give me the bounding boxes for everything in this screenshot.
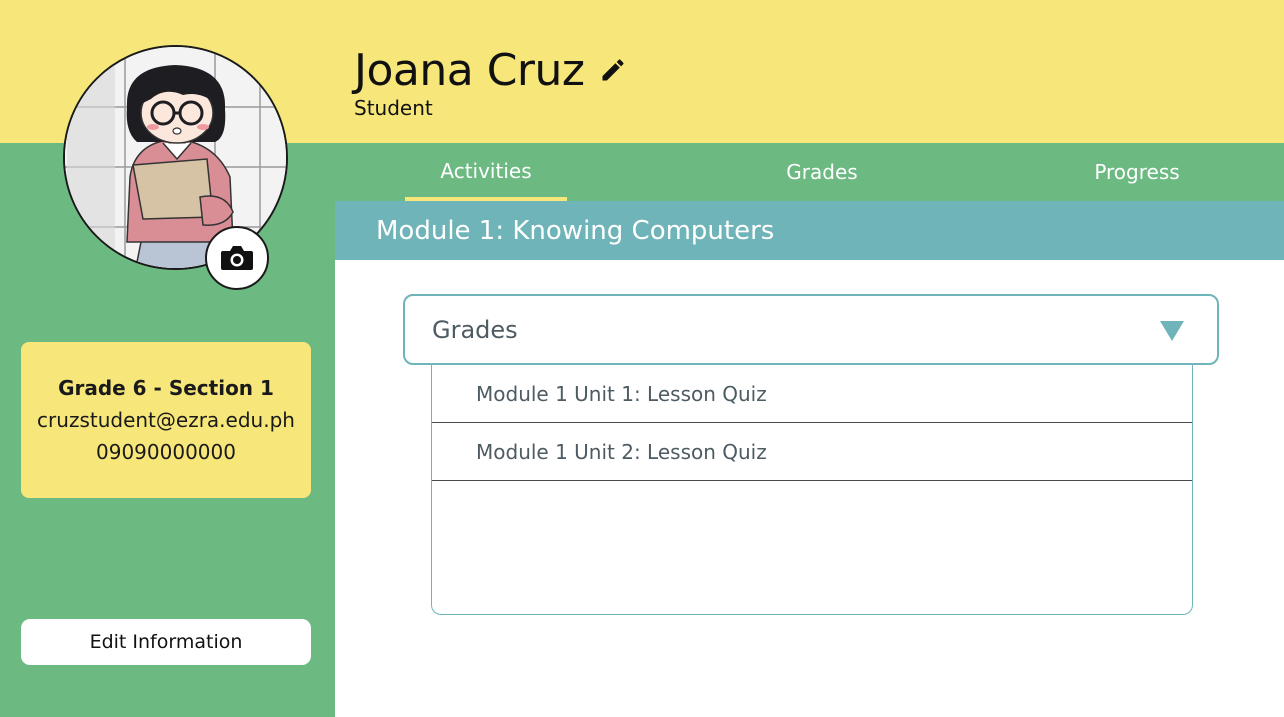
change-photo-button[interactable] (205, 226, 269, 290)
tab-grades[interactable]: Grades (742, 143, 902, 201)
dropdown-selected-value: Grades (432, 315, 518, 344)
student-info-card: Grade 6 - Section 1 cruzstudent@ezra.edu… (21, 342, 311, 498)
module-title: Module 1: Knowing Computers (376, 215, 775, 246)
pencil-icon (602, 59, 624, 81)
grade-section: Grade 6 - Section 1 (58, 376, 274, 400)
edit-information-button[interactable]: Edit Information (21, 619, 311, 665)
student-phone: 09090000000 (96, 440, 236, 464)
grades-dropdown[interactable]: Grades (403, 294, 1219, 365)
tab-progress[interactable]: Progress (1057, 143, 1217, 201)
user-name: Joana Cruz (354, 44, 585, 96)
student-email: cruzstudent@ezra.edu.ph (37, 408, 295, 432)
list-item[interactable]: Module 1 Unit 1: Lesson Quiz (432, 365, 1192, 423)
tab-activities[interactable]: Activities (405, 143, 567, 201)
dropdown-list: Module 1 Unit 1: Lesson Quiz Module 1 Un… (431, 365, 1193, 615)
user-role: Student (354, 96, 433, 120)
module-header: Module 1: Knowing Computers (335, 201, 1284, 260)
edit-name-button[interactable] (599, 56, 627, 84)
user-name-row: Joana Cruz (354, 42, 627, 98)
list-item[interactable]: Module 1 Unit 2: Lesson Quiz (432, 423, 1192, 481)
triangle-down-icon (1160, 321, 1184, 341)
camera-icon (221, 246, 253, 270)
